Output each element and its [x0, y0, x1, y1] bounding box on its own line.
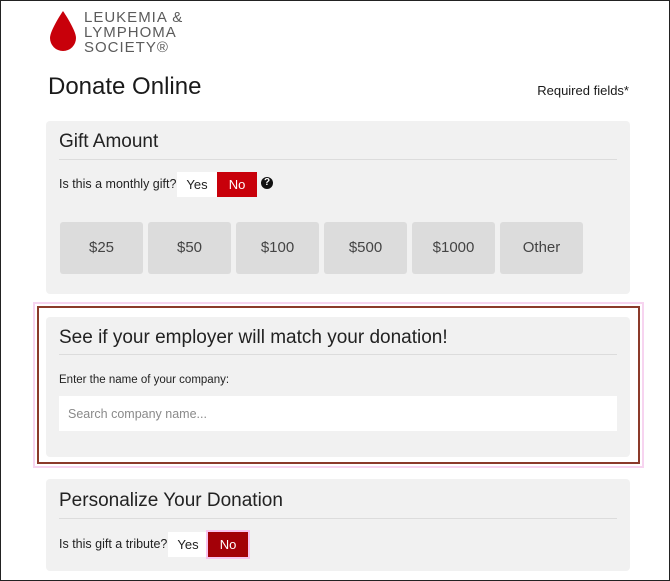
gift-amount-heading: Gift Amount [59, 131, 159, 152]
divider [59, 518, 617, 519]
personalize-panel: Personalize Your Donation Is this gift a… [46, 479, 630, 571]
amount-1000-button[interactable]: $1000 [412, 222, 495, 274]
logo-wordmark: LEUKEMIA & LYMPHOMA SOCIETY® [84, 10, 183, 55]
amount-other-button[interactable]: Other [500, 222, 583, 274]
monthly-gift-label: Is this a monthly gift? [59, 177, 177, 191]
tribute-yes-button[interactable]: Yes [168, 532, 208, 557]
personalize-heading: Personalize Your Donation [59, 490, 283, 511]
page-title: Donate Online [48, 73, 202, 100]
required-fields-note: Required fields* [537, 83, 629, 98]
amount-25-button[interactable]: $25 [60, 222, 143, 274]
tribute-label: Is this gift a tribute? [59, 537, 168, 551]
blood-drop-icon [50, 11, 76, 51]
highlight-outline [37, 306, 640, 464]
monthly-no-button[interactable]: No [217, 172, 257, 197]
logo-line-2: LYMPHOMA [84, 24, 177, 41]
tribute-toggle: Yes No [168, 530, 250, 559]
divider [59, 159, 617, 160]
tribute-no-button[interactable]: No [206, 530, 250, 559]
logo-line-3: SOCIETY® [84, 39, 169, 56]
amount-options: $25 $50 $100 $500 $1000 Other [60, 222, 583, 274]
amount-500-button[interactable]: $500 [324, 222, 407, 274]
amount-50-button[interactable]: $50 [148, 222, 231, 274]
amount-100-button[interactable]: $100 [236, 222, 319, 274]
question-circle-icon[interactable]: ? [261, 177, 273, 189]
monthly-yes-button[interactable]: Yes [177, 172, 217, 197]
lls-logo[interactable]: LEUKEMIA & LYMPHOMA SOCIETY® [48, 10, 183, 55]
gift-amount-panel: Gift Amount Is this a monthly gift? Yes … [46, 121, 630, 294]
monthly-gift-toggle: Yes No [177, 172, 257, 197]
logo-line-1: LEUKEMIA & [84, 9, 184, 26]
